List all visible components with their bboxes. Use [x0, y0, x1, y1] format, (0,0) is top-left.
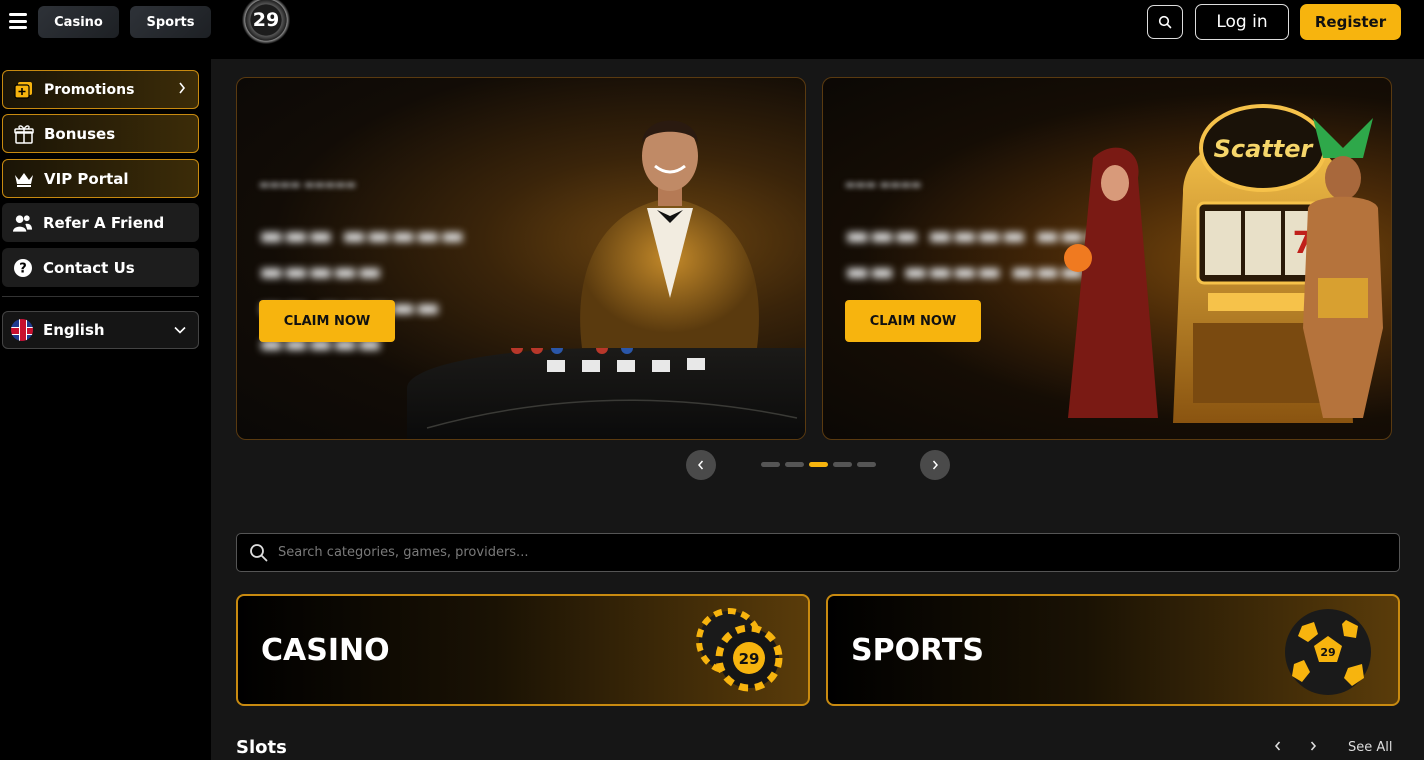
- section-title-slots: Slots: [236, 737, 287, 758]
- carousel-dot[interactable]: [785, 462, 804, 467]
- svg-text:?: ?: [19, 261, 27, 276]
- banner-eyebrow-blurred: ▬▬▬▬ ▬▬▬▬▬: [259, 178, 357, 191]
- category-label: SPORTS: [851, 632, 984, 668]
- gift-icon: [13, 123, 34, 144]
- category-card-casino[interactable]: CASINO 29: [236, 594, 810, 706]
- category-label: CASINO: [261, 632, 390, 668]
- carousel-dot[interactable]: [761, 462, 780, 467]
- crown-icon: [13, 168, 34, 189]
- login-button[interactable]: Log in: [1195, 4, 1289, 40]
- sidebar-item-promotions[interactable]: Promotions: [2, 70, 199, 109]
- users-icon: [12, 212, 33, 233]
- soccer-ball-icon: 29: [1285, 609, 1371, 695]
- top-bar: Casino Sports 29 Log in Register: [0, 0, 1424, 59]
- register-button[interactable]: Register: [1300, 4, 1401, 40]
- search-icon: [1158, 15, 1172, 29]
- carousel-dot-active[interactable]: [809, 462, 828, 467]
- sidebar-item-label: Promotions: [44, 81, 135, 98]
- sidebar-item-label: Refer A Friend: [43, 213, 165, 232]
- sidebar-item-refer-a-friend[interactable]: Refer A Friend: [2, 203, 199, 242]
- chip-label: 29: [739, 650, 760, 668]
- claim-now-button[interactable]: CLAIM NOW: [259, 300, 395, 342]
- chevron-left-icon: [1274, 741, 1281, 751]
- sidebar-item-vip-portal[interactable]: VIP Portal: [2, 159, 199, 198]
- tab-casino[interactable]: Casino: [38, 6, 119, 38]
- banner-eyebrow-blurred: ▬▬▬ ▬▬▬▬: [845, 178, 922, 191]
- uk-flag-icon: [11, 319, 33, 341]
- ball-label: 29: [1320, 646, 1335, 659]
- see-all-link[interactable]: See All: [1348, 740, 1393, 755]
- language-selector[interactable]: English: [2, 311, 199, 349]
- chevron-left-icon: [698, 460, 704, 470]
- promotions-icon: [13, 79, 34, 100]
- casino-chips-icon: 29: [696, 608, 783, 692]
- carousel-dot[interactable]: [857, 462, 876, 467]
- carousel-dot[interactable]: [833, 462, 852, 467]
- slots-next-button[interactable]: [1309, 740, 1317, 756]
- help-icon: ?: [12, 257, 33, 278]
- search-button[interactable]: [1147, 5, 1183, 39]
- search-input[interactable]: [278, 545, 1178, 560]
- carousel-prev-button[interactable]: [686, 450, 716, 480]
- chevron-right-icon: [1310, 741, 1317, 751]
- sidebar-item-label: Contact Us: [43, 258, 135, 277]
- sidebar-divider: [2, 296, 199, 297]
- carousel-next-button[interactable]: [920, 450, 950, 480]
- sidebar-item-label: VIP Portal: [44, 169, 129, 188]
- sidebar-item-label: Bonuses: [44, 124, 116, 143]
- warrior-image: [1303, 118, 1383, 418]
- language-label: English: [43, 321, 105, 339]
- chevron-right-icon: [932, 460, 938, 470]
- category-card-sports[interactable]: SPORTS 29: [826, 594, 1400, 706]
- tab-sports[interactable]: Sports: [130, 6, 211, 38]
- search-icon: [250, 544, 268, 562]
- slots-prev-button[interactable]: [1274, 740, 1282, 756]
- claim-now-button[interactable]: CLAIM NOW: [845, 300, 981, 342]
- game-search-bar: [236, 533, 1400, 572]
- chevron-right-icon: [179, 82, 186, 94]
- dealer-image: [580, 120, 759, 348]
- sidebar: Promotions Bonuses VIP Portal Refer A Fr…: [0, 59, 211, 760]
- sidebar-item-contact-us[interactable]: ? Contact Us: [2, 248, 199, 287]
- chevron-down-icon: [174, 326, 186, 334]
- promo-banner-free-spins[interactable]: ▬▬▬ ▬▬▬▬ ▬▬▬ ▬▬▬▬ ▬▬▬ ▬▬ ▬▬▬▬ ▬▬▬▬▬ Scatt…: [822, 77, 1392, 440]
- promo-banner-casino[interactable]: ▬▬▬▬ ▬▬▬▬▬ ▬▬▬ ▬▬▬▬▬ ▬▬▬▬▬▬▬ ▬▬▬▬▬ ▬▬▬▬▬…: [236, 77, 806, 440]
- site-logo[interactable]: 29: [242, 0, 290, 44]
- logo-text: 29: [252, 9, 280, 31]
- casino-table-image: [407, 342, 805, 439]
- menu-icon[interactable]: [9, 13, 27, 29]
- sorceress-image: [1064, 147, 1158, 418]
- sidebar-item-bonuses[interactable]: Bonuses: [2, 114, 199, 153]
